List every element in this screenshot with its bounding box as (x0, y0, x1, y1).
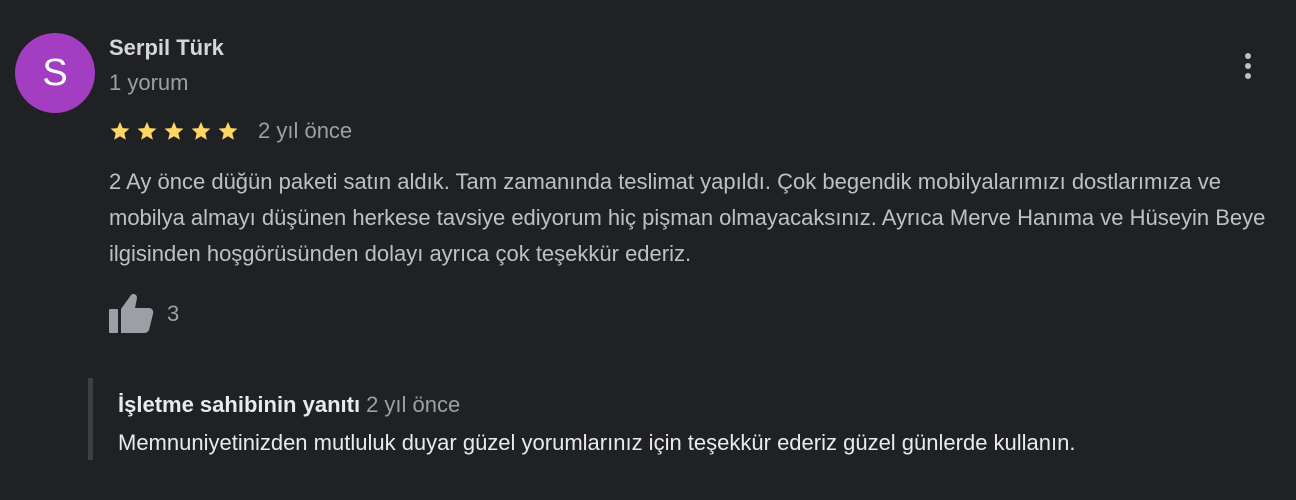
star-rating (109, 120, 244, 142)
avatar[interactable]: S (15, 33, 95, 113)
more-vert-icon (1245, 53, 1251, 79)
owner-reply-label: İşletme sahibinin yanıtı (118, 392, 361, 417)
thumbs-up-icon (109, 294, 154, 333)
review-card: S Serpil Türk 1 yorum 2 yıl önce 2 Ay ön… (0, 0, 1296, 500)
star-icon (218, 121, 238, 140)
rating-row: 2 yıl önce (109, 116, 352, 146)
reply-divider (88, 378, 93, 460)
avatar-letter: S (42, 51, 68, 94)
star-icon (110, 121, 130, 140)
owner-reply-header: İşletme sahibinin yanıtı 2 yıl önce (118, 392, 460, 418)
more-options-button[interactable] (1230, 46, 1266, 86)
star-icon (137, 121, 157, 140)
like-button[interactable] (107, 292, 157, 336)
author-name[interactable]: Serpil Türk (109, 35, 224, 61)
star-icon (164, 121, 184, 140)
author-review-count[interactable]: 1 yorum (109, 70, 188, 96)
like-count: 3 (167, 301, 180, 326)
review-text: 2 Ay önce düğün paketi satın aldık. Tam … (109, 169, 1266, 266)
owner-reply-text: Memnuniyetinizden mutluluk duyar güzel y… (118, 430, 1076, 455)
review-time: 2 yıl önce (258, 118, 353, 143)
owner-reply-time: 2 yıl önce (366, 392, 461, 417)
star-icon (191, 121, 211, 140)
like-row: 3 (107, 292, 179, 336)
